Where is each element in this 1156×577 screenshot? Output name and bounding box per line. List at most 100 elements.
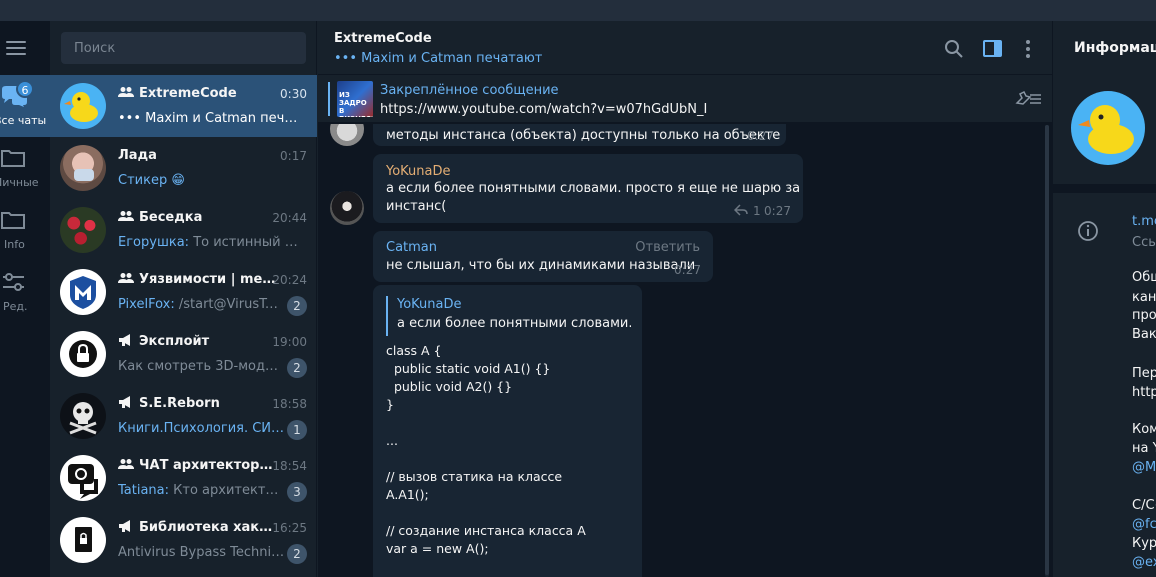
chat-name: S.E.Reborn [118, 396, 276, 411]
chat-name: Беседка [118, 210, 276, 225]
chat-item-architects[interactable]: ЧАТ архитекторов 18:54 Tatiana: Кто архи… [50, 447, 317, 509]
info-icon [1078, 221, 1098, 241]
chat-logo-icon [68, 464, 98, 499]
unread-badge: 2 [287, 544, 307, 564]
chat-preview: Как смотреть 3D-модели... [118, 359, 285, 374]
message-author[interactable]: YoKunaDe [386, 164, 451, 179]
chat-item-hacker-library[interactable]: Библиотека хакера 16:25 Antivirus Bypass… [50, 509, 317, 571]
info-description-line: Курс [1132, 536, 1156, 551]
chat-name: Эксплойт [118, 334, 276, 349]
chat-preview: Егорушка: То истинный ариец [118, 235, 303, 250]
group-icon [118, 87, 134, 97]
message-bubble[interactable]: Catman Ответить не слышал, что бы их дин… [373, 231, 713, 282]
group-icon [118, 459, 134, 469]
info-separator [1053, 184, 1156, 193]
folder-personal[interactable]: Личные [0, 137, 50, 199]
chat-name: ExtremeCode [118, 86, 276, 101]
reply-action-label[interactable]: Ответить [635, 240, 700, 255]
conversation-header[interactable]: ExtremeCode ••• Maxim и Catman печатают [318, 21, 1052, 75]
unread-badge: 2 [287, 358, 307, 378]
chat-sender: PixelFox: [118, 297, 175, 312]
search-icon[interactable] [943, 38, 965, 60]
code-message-text: class A { public static void A1() {} pub… [386, 343, 586, 556]
pinned-message-bar[interactable]: ИЗ ЗАДРО В БИЗНЕСМЕ Закреплённое сообщен… [318, 75, 1052, 123]
chat-time: 0:30 [280, 87, 307, 101]
message-time: 0:27 [674, 263, 701, 277]
user-avatar[interactable] [330, 124, 364, 146]
info-mention-link[interactable]: @M [1132, 460, 1156, 475]
info-panel: Информация t.me Ссы Общ кана про Вака Пе… [1052, 21, 1156, 577]
chat-name: ЧАТ архитекторов [118, 458, 276, 473]
typing-status: ••• Maxim и Catman печатают [334, 51, 543, 66]
chat-name-text: ЧАТ архитекторов [139, 458, 276, 473]
book-lock-icon [75, 527, 92, 552]
chat-name: Лада [118, 148, 157, 163]
chat-item-vulnerabilities[interactable]: Уязвимости | met... 20:24 PixelFox: /sta… [50, 261, 317, 323]
chat-time: 19:00 [272, 335, 307, 349]
chat-item-extremecode[interactable]: ExtremeCode 0:30 ••• Maxim и Catman печа… [50, 75, 317, 137]
avatar [60, 269, 106, 315]
info-mention-link[interactable]: @fcl [1132, 517, 1156, 532]
chat-item-besedka[interactable]: Беседка 20:44 Егорушка: То истинный арие… [50, 199, 317, 261]
chat-item-sereborn[interactable]: S.E.Reborn 18:58 Книги.Психология. СИ..z… [50, 385, 317, 447]
chat-item-lada[interactable]: Лада 0:17 Стикер 😁 [50, 137, 317, 199]
folder-label: Личные [0, 176, 39, 189]
search-input[interactable] [61, 32, 306, 64]
info-avatar[interactable] [1071, 91, 1145, 165]
more-vertical-icon[interactable] [1017, 38, 1039, 60]
reply-quote[interactable]: YoKunaDe а если более понятными словами.… [386, 296, 631, 336]
chat-name-text: ExtremeCode [139, 86, 237, 101]
unread-badge: 1 [287, 420, 307, 440]
info-title: Информация [1074, 40, 1156, 56]
info-description-line: кана [1132, 290, 1156, 305]
info-description-line: Вака [1132, 327, 1156, 342]
info-description-line: Ком [1132, 422, 1156, 437]
message-bubble[interactable]: методы инстанса (объекта) доступны тольк… [373, 124, 786, 146]
folder-all-chats[interactable]: 6 Все чаты [0, 75, 50, 137]
info-link[interactable]: t.me [1132, 214, 1156, 229]
folder-label: Ред. [3, 300, 28, 313]
message-bubble[interactable]: YoKunaDe а если более понятными словами.… [373, 285, 642, 577]
pinned-link[interactable]: https://www.youtube.com/watch?v=w07hGdUb… [380, 102, 707, 117]
duck-avatar-icon [64, 92, 98, 122]
message-scrollbar[interactable] [1045, 125, 1049, 577]
info-description-line: Пер [1132, 366, 1156, 381]
folder-label: Info [4, 238, 25, 251]
message-time: 0:27 [747, 129, 774, 143]
chat-time: 0:17 [280, 149, 307, 163]
folder-icon [1, 150, 25, 167]
chat-item-exploit[interactable]: Эксплойт 19:00 Как смотреть 3D-модели...… [50, 323, 317, 385]
avatar [60, 207, 106, 253]
folder-rail: 6 Все чаты Личные Info Ред. [0, 21, 50, 577]
reply-count: 1 [753, 204, 761, 218]
group-icon [118, 211, 134, 221]
hamburger-menu-icon[interactable] [6, 41, 26, 55]
chat-time: 16:25 [272, 521, 307, 535]
folder-info[interactable]: Info [0, 199, 50, 261]
info-description-line[interactable]: http [1132, 385, 1156, 400]
chat-preview: PixelFox: /start@VirusTot... [118, 297, 285, 312]
unread-badge: 3 [287, 482, 307, 502]
folder-edit[interactable]: Ред. [0, 261, 50, 323]
chat-time: 20:24 [272, 273, 307, 287]
reply-arrow-icon[interactable] [734, 204, 748, 216]
group-icon [118, 273, 134, 283]
avatar [60, 331, 106, 377]
avatar [60, 83, 106, 129]
chat-name: Уязвимости | met... [118, 272, 276, 287]
shield-m-logo-icon [70, 276, 96, 309]
chat-preview: Antivirus Bypass Techniqu... [118, 545, 285, 560]
scrollbar-thumb[interactable] [1045, 125, 1049, 575]
message-bubble[interactable]: YoKunaDe а если более понятными словами.… [373, 154, 803, 223]
info-mention-link[interactable]: @ex [1132, 555, 1156, 570]
info-link-caption: Ссы [1132, 235, 1156, 250]
channel-icon [119, 520, 130, 532]
sidebar-toggle-icon[interactable] [982, 38, 1004, 60]
user-avatar[interactable] [330, 191, 364, 225]
message-time: 0:27 [764, 204, 791, 218]
pinned-list-icon[interactable] [1014, 89, 1042, 109]
message-author[interactable]: Catman [386, 240, 437, 255]
chat-preview: ••• Maxim и Catman печатают [118, 111, 303, 126]
pinned-title: Закреплённое сообщение [380, 83, 559, 98]
chat-name-text: Уязвимости | met... [139, 272, 276, 287]
